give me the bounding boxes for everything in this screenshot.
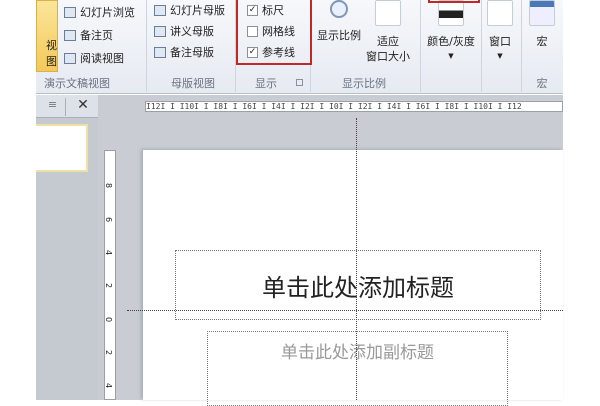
label: 宏 xyxy=(536,35,548,48)
label: 幻灯片母版 xyxy=(170,4,225,17)
macro-button[interactable]: 宏 xyxy=(524,0,560,49)
dialog-launcher-icon[interactable] xyxy=(296,79,303,86)
ruler-ticks: I12I I I10I I I8I I I6I I I4I I I2I I I0… xyxy=(146,102,522,111)
window-icon xyxy=(487,0,513,26)
label: 讲义母版 xyxy=(170,25,214,38)
slide-master-icon xyxy=(154,4,166,16)
label: 备注页 xyxy=(80,29,113,42)
window-button[interactable]: 窗口 ▼ xyxy=(483,0,517,64)
subtitle-text: 单击此处添加副标题 xyxy=(281,343,434,363)
handout-master-button[interactable]: 讲义母版 xyxy=(154,23,214,39)
outline-tab[interactable]: ≡ xyxy=(40,98,66,116)
horizontal-ruler[interactable]: I12I I I10I I I8I I I6I I I4I I I2I I I0… xyxy=(145,101,563,112)
notes-page-button[interactable]: 备注页 xyxy=(64,27,113,43)
slide-canvas[interactable]: 单击此处添加标题 单击此处添加副标题 xyxy=(143,150,563,406)
notes-page-icon xyxy=(64,29,76,41)
label: 窗口 xyxy=(489,35,511,48)
book-icon xyxy=(64,52,76,64)
fit-to-window-button[interactable]: 适应 窗口大小 xyxy=(366,0,410,64)
label: 适应 xyxy=(377,35,399,48)
zoom-button[interactable]: 显示比例 xyxy=(314,0,364,43)
dropdown-arrow-icon: ▼ xyxy=(497,52,503,60)
close-icon[interactable]: ✕ xyxy=(74,97,92,113)
horizontal-guide[interactable] xyxy=(127,310,563,311)
notes-master-icon xyxy=(154,46,166,58)
ruler-label: 2 xyxy=(104,282,114,289)
dropdown-arrow-icon: ▼ xyxy=(448,52,454,60)
group-label-zoom: 显示比例 xyxy=(342,77,386,90)
label: 备注母版 xyxy=(170,46,214,59)
normal-view-label: 视图 xyxy=(46,39,57,68)
reading-view-button[interactable]: 阅读视图 xyxy=(64,50,124,66)
group-label-presentation-views: 演示文稿视图 xyxy=(44,77,110,90)
group-label-macro: 宏 xyxy=(536,77,548,90)
vertical-ruler[interactable]: 8 6 4 2 0 2 4 xyxy=(104,150,116,400)
highlight-box xyxy=(236,0,312,65)
macro-icon xyxy=(529,0,555,26)
ruler-label: 6 xyxy=(104,216,114,223)
subtitle-placeholder[interactable]: 单击此处添加副标题 xyxy=(207,331,508,406)
label: 幻灯片浏览 xyxy=(80,6,135,19)
ruler-label: 4 xyxy=(104,249,114,256)
label: 窗口大小 xyxy=(366,50,410,63)
label: 显示比例 xyxy=(317,29,361,42)
ruler-label: 8 xyxy=(104,182,114,189)
ruler-label: 0 xyxy=(104,316,114,323)
group-label-show: 显示 xyxy=(255,77,277,90)
label: 颜色/灰度 xyxy=(427,35,475,48)
notes-master-button[interactable]: 备注母版 xyxy=(154,44,214,60)
highlight-box xyxy=(428,0,480,3)
vertical-guide[interactable] xyxy=(356,118,357,400)
slide-sorter-button[interactable]: 幻灯片浏览 xyxy=(64,4,135,20)
slide-master-button[interactable]: 幻灯片母版 xyxy=(154,2,225,18)
slide-sorter-icon xyxy=(64,6,76,18)
slide-thumbnail[interactable] xyxy=(36,124,88,172)
label: 阅读视图 xyxy=(80,52,124,65)
normal-view-button[interactable]: 视图 xyxy=(36,0,58,72)
pane-tabs: ≡ ✕ xyxy=(36,95,98,118)
magnifier-icon xyxy=(330,0,348,18)
color-grayscale-button[interactable]: 颜色/灰度 ▼ xyxy=(422,0,480,64)
handout-master-icon xyxy=(154,25,166,37)
ruler-label: 4 xyxy=(104,382,114,389)
ruler-label: 2 xyxy=(104,349,114,356)
fit-window-icon xyxy=(375,0,401,26)
group-label-master-views: 母版视图 xyxy=(171,77,215,90)
title-text: 单击此处添加标题 xyxy=(262,273,454,302)
color-grayscale-icon xyxy=(438,0,464,26)
